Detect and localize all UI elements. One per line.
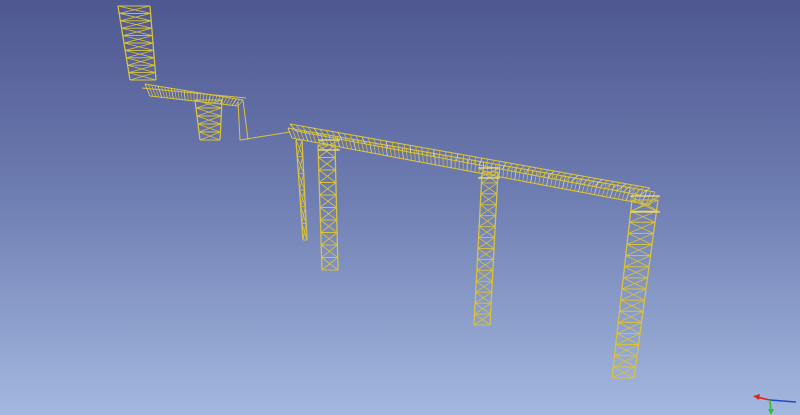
y-axis-line xyxy=(769,399,797,403)
axis-cross-indicator xyxy=(753,394,797,415)
column-mid-left[interactable] xyxy=(317,144,339,271)
tower-upper-left[interactable] xyxy=(117,5,157,81)
truss-structure-model[interactable] xyxy=(0,0,800,415)
walkway-elbow[interactable] xyxy=(237,99,291,141)
support-heads[interactable] xyxy=(317,139,661,213)
tower-hanging-left[interactable] xyxy=(194,99,223,141)
3d-viewport[interactable] xyxy=(0,0,800,415)
column-left-thin[interactable] xyxy=(295,139,308,241)
tower-right[interactable] xyxy=(611,199,659,379)
x-axis-arrowhead xyxy=(753,394,760,400)
tower-middle[interactable] xyxy=(473,171,499,326)
walkway-upper[interactable] xyxy=(144,83,244,107)
z-axis-arrowhead xyxy=(768,409,774,415)
